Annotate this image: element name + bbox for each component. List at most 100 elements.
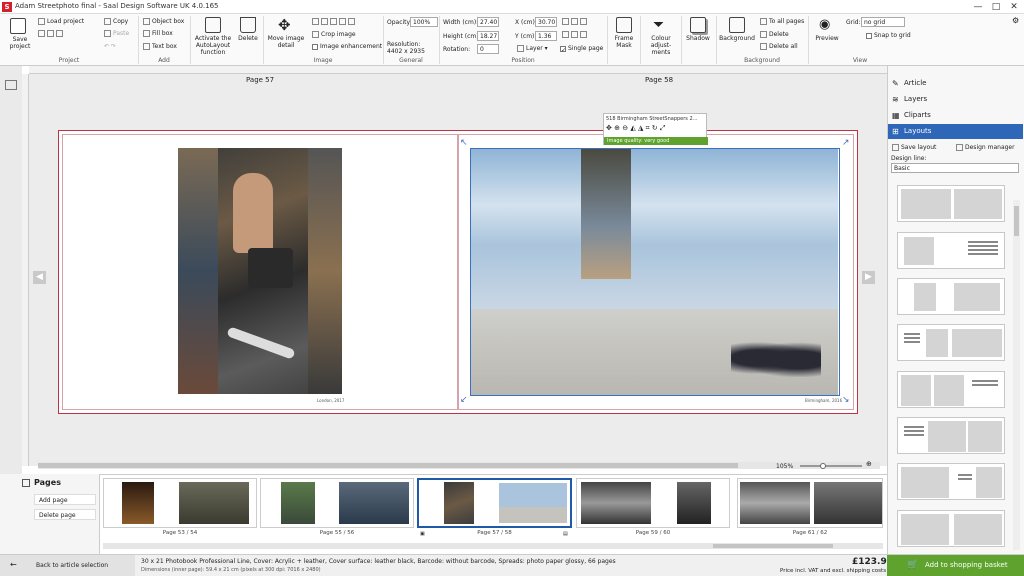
thumb-page-55-56[interactable] [260, 478, 414, 528]
zoom-fit-icon[interactable]: ⊕ [866, 461, 872, 468]
width-input[interactable]: 27.40 [477, 17, 499, 27]
image-enhancement-checkbox[interactable]: Image enhancement [312, 43, 382, 50]
photo-reflection-selected[interactable] [470, 148, 840, 396]
height-input[interactable]: 18.27 [477, 31, 499, 41]
zoom-in-icon[interactable]: ⊕ [614, 124, 620, 132]
paste-button[interactable]: Paste [104, 30, 129, 37]
background-delete-all-button[interactable]: Delete all [760, 43, 798, 50]
pages-scrollbar[interactable] [103, 543, 883, 549]
resize-handle-bl[interactable]: ↙ [460, 395, 468, 405]
settings-gear-icon[interactable]: ⚙ [1012, 16, 1019, 25]
image-tools-row[interactable] [312, 18, 357, 25]
new-project-icons[interactable] [38, 30, 65, 37]
thumb-page-61-62[interactable] [737, 478, 883, 528]
distribute-tools[interactable] [562, 31, 589, 38]
single-page-checkbox[interactable]: ✓ Single page [560, 45, 603, 54]
design-manager-button[interactable]: Design manager [956, 144, 1015, 151]
move-icon[interactable]: ✥ [606, 124, 612, 132]
flip-icon[interactable]: ◭ [630, 124, 635, 132]
crop-image-button[interactable]: Crop image [312, 31, 356, 38]
move-image-detail-button[interactable]: ✥ Move image detail [266, 17, 306, 49]
preview-button[interactable]: ◉ Preview [812, 17, 842, 42]
image-toolbar-icons[interactable]: ✥ ⊕ ⊖ ◭ ◮ ⌗ ↻ ⤢ [606, 125, 665, 132]
zoom-value[interactable]: 105% [776, 463, 793, 470]
sidebar-item-article[interactable]: ✎ Article [888, 76, 1023, 91]
background-delete-button[interactable]: Delete [760, 31, 789, 38]
add-page-button[interactable]: Add page [34, 494, 96, 505]
autolayout-button[interactable]: Activate the AutoLayout function [194, 17, 232, 56]
prev-page-arrow-icon[interactable]: ◀ [33, 271, 46, 284]
delete-page-button[interactable]: Delete page [34, 509, 96, 520]
thumb-page-59-60[interactable] [576, 478, 730, 528]
zoom-slider[interactable] [800, 463, 862, 469]
sidebar-item-layers[interactable]: ≋ Layers [888, 92, 1023, 107]
next-page-arrow-icon[interactable]: ▶ [862, 271, 875, 284]
zoom-out-icon[interactable]: ⊖ [622, 124, 628, 132]
layout-thumb[interactable] [897, 510, 1005, 547]
thumb-options-icon[interactable]: ▤ [563, 531, 568, 537]
window-title: Adam Streetphoto final - Saal Design Sof… [15, 2, 219, 10]
x-input[interactable]: 30.70 [535, 17, 557, 27]
rotation-select[interactable]: 0 [477, 44, 499, 54]
snap-to-grid-checkbox[interactable]: Snap to grid [866, 32, 911, 39]
close-button[interactable]: ✕ [1006, 1, 1022, 13]
pin-icon[interactable]: ⤢ [660, 124, 666, 132]
add-page-label: Add page [39, 497, 68, 504]
sidebar-item-label: Layouts [904, 127, 932, 135]
to-all-pages-button[interactable]: To all pages [760, 18, 804, 25]
view-mode-icon[interactable] [5, 80, 17, 90]
text-box-button[interactable]: Text box [143, 43, 177, 50]
layout-thumb[interactable] [897, 324, 1005, 361]
resize-handle-tl[interactable]: ↖ [460, 138, 468, 148]
photo-skateboarder[interactable] [178, 148, 342, 394]
layout-thumb[interactable] [897, 185, 1005, 222]
mirror-icon[interactable]: ◮ [638, 124, 643, 132]
grid-select[interactable]: no grid [861, 17, 905, 27]
resolution-label: Resolution: [387, 41, 421, 48]
resize-handle-tr[interactable]: ↗ [842, 138, 850, 148]
layer-dropdown[interactable]: Layer ▾ [517, 45, 548, 52]
thumb-page-57-58-selected[interactable] [417, 478, 572, 528]
scroll-thumb[interactable] [38, 463, 738, 468]
shadow-button[interactable]: Shadow [684, 17, 712, 42]
save-project-button[interactable]: Save project [6, 18, 32, 50]
fill-box-button[interactable]: Fill box [143, 30, 173, 37]
sidebar-item-cliparts[interactable]: ▦ Cliparts [888, 108, 1023, 123]
thumb-label: Page 55 / 56 [319, 530, 355, 536]
layout-thumb[interactable] [897, 371, 1005, 408]
save-layout-button[interactable]: Save layout [892, 144, 936, 151]
crop-icon[interactable]: ⌗ [646, 124, 650, 132]
background-button[interactable]: Background [719, 17, 755, 42]
y-input[interactable]: 1.36 [535, 31, 557, 41]
layout-thumb[interactable] [897, 278, 1005, 315]
object-box-button[interactable]: Object box [143, 18, 184, 25]
minimize-button[interactable]: — [970, 1, 986, 13]
image-group-label: Image [313, 57, 333, 64]
thumb-trash-icon[interactable]: ▣ [420, 531, 425, 537]
thumb-photo [281, 482, 315, 524]
undo-redo-buttons[interactable]: ↶ ↷ [104, 43, 116, 50]
resize-handle-br[interactable]: ↘ [842, 395, 850, 405]
frame-mask-button[interactable]: Frame Mask [611, 17, 637, 49]
sidebar-item-layouts[interactable]: ⊞ Layouts [888, 124, 1023, 139]
add-to-basket-button[interactable]: 🛒 Add to shopping basket [887, 555, 1024, 576]
layout-thumb[interactable] [897, 417, 1005, 454]
layout-thumb[interactable] [897, 463, 1005, 500]
copy-button[interactable]: Copy [104, 18, 128, 25]
align-tools[interactable] [562, 18, 589, 25]
opacity-select[interactable]: 100% [410, 17, 438, 27]
load-project-button[interactable]: Load project [38, 18, 84, 25]
design-line-select[interactable]: Basic [891, 163, 1019, 173]
rotate-icon[interactable]: ↻ [652, 124, 658, 132]
back-to-article-button[interactable]: ← Back to article selection [0, 555, 135, 576]
delete-button[interactable]: Delete [236, 17, 260, 42]
horizontal-scrollbar[interactable] [38, 462, 880, 469]
zoom-slider-thumb[interactable] [820, 463, 826, 469]
sidebar-scroll-thumb[interactable] [1014, 206, 1019, 236]
maximize-button[interactable]: □ [988, 1, 1004, 13]
thumb-page-53-54[interactable] [103, 478, 257, 528]
sidebar-scrollbar[interactable] [1013, 200, 1020, 550]
colour-adjustments-button[interactable]: ⏷ Colour adjust-ments [644, 17, 678, 56]
layout-thumb[interactable] [897, 232, 1005, 269]
pages-scroll-thumb[interactable] [713, 544, 833, 548]
